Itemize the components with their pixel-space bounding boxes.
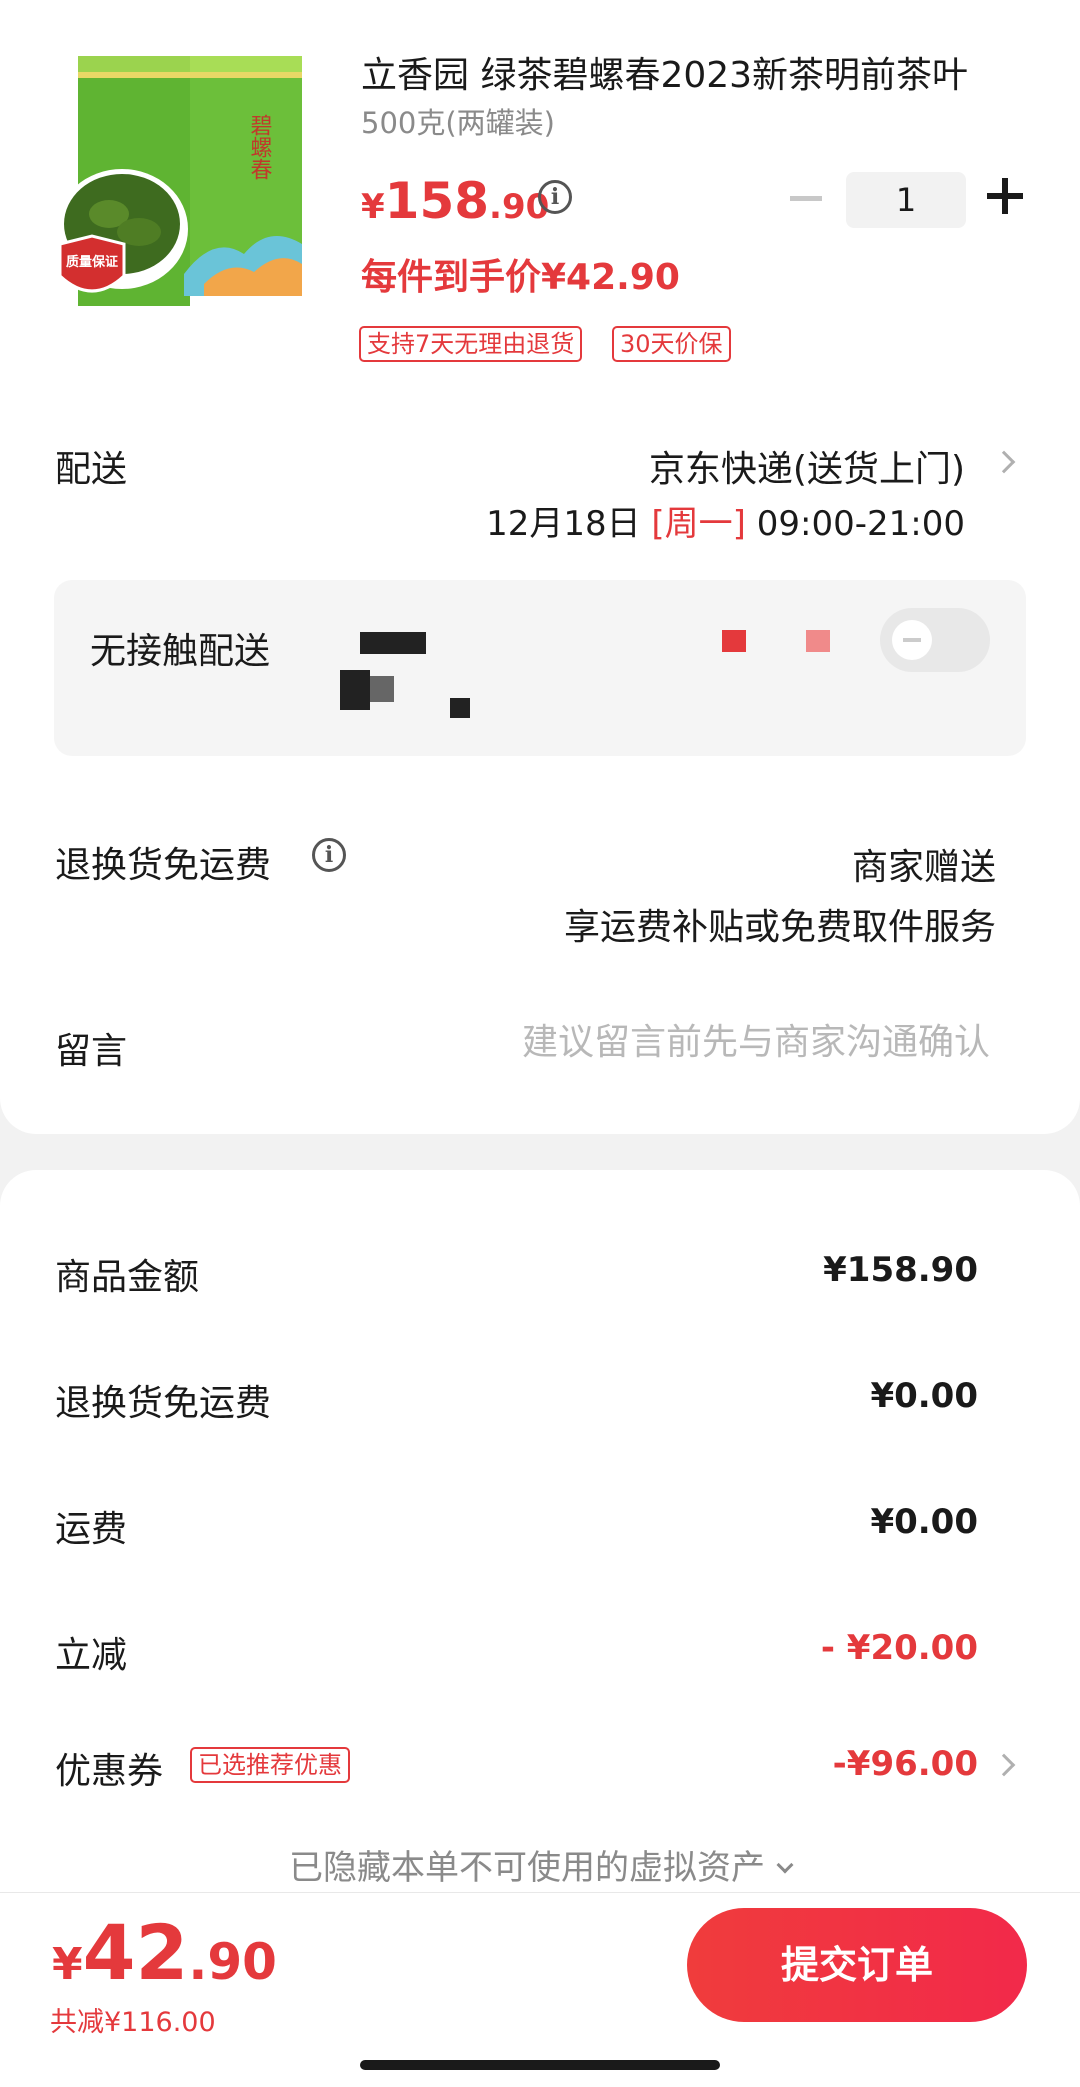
total-symbol: ¥ bbox=[52, 1939, 83, 1990]
toggle-knob bbox=[892, 620, 932, 660]
redacted-block bbox=[370, 676, 394, 702]
hidden-assets-toggle[interactable]: 已隐藏本单不可使用的虚拟资产 bbox=[0, 1840, 1080, 1889]
summary-value-return-shipping: ¥0.00 bbox=[870, 1376, 978, 1416]
total-price: ¥42.90 bbox=[52, 1908, 277, 1997]
delivery-hours: 09:00-21:00 bbox=[756, 504, 965, 544]
chevron-down-icon bbox=[776, 1856, 794, 1874]
quantity-decrease-button[interactable] bbox=[790, 196, 822, 201]
return-shipping-value: 商家赠送 bbox=[851, 847, 996, 888]
price-protection-tag: 30天价保 bbox=[612, 326, 731, 362]
summary-label-discount: 立减 bbox=[55, 1635, 128, 1676]
note-label: 留言 bbox=[55, 1031, 128, 1072]
summary-label-shipping: 运费 bbox=[55, 1509, 128, 1550]
quantity-input[interactable]: 1 bbox=[846, 172, 966, 228]
summary-value-discount: - ¥20.00 bbox=[820, 1628, 978, 1668]
return-shipping-description: 享运费补贴或免费取件服务 bbox=[563, 907, 996, 948]
product-spec: 500克(两罐装) bbox=[361, 106, 555, 140]
return-shipping-info-icon[interactable]: i bbox=[312, 838, 346, 872]
unit-price: 每件到手价¥42.90 bbox=[361, 257, 680, 298]
summary-value-shipping: ¥0.00 bbox=[870, 1502, 978, 1542]
quantity-increase-button[interactable] bbox=[987, 178, 1023, 214]
delivery-time[interactable]: 12月18日 [周一] 09:00-21:00 bbox=[486, 496, 965, 545]
quality-badge: 质量保证 bbox=[66, 254, 118, 270]
redacted-block bbox=[340, 670, 370, 710]
product-image[interactable]: 碧螺春 质量保证 bbox=[54, 44, 314, 314]
return-shipping-label: 退换货免运费 bbox=[55, 845, 272, 886]
note-input[interactable] bbox=[430, 1016, 990, 1068]
redacted-block bbox=[806, 630, 830, 652]
delivery-method[interactable]: 京东快递(送货上门) bbox=[649, 440, 965, 492]
contactless-delivery-label: 无接触配送 bbox=[90, 631, 271, 672]
total-decimal: .90 bbox=[188, 1933, 277, 1991]
coupon-recommended-tag: 已选推荐优惠 bbox=[190, 1747, 350, 1783]
return-policy-tag: 支持7天无理由退货 bbox=[359, 326, 583, 362]
delivery-weekday: [周一] bbox=[651, 504, 746, 544]
summary-label-return-shipping: 退换货免运费 bbox=[55, 1383, 272, 1424]
package-label: 碧螺春 bbox=[247, 114, 273, 180]
redacted-block bbox=[360, 632, 426, 654]
delivery-label: 配送 bbox=[55, 449, 128, 490]
contactless-delivery-box: 无接触配送 bbox=[54, 580, 1026, 756]
price-info-icon[interactable]: i bbox=[538, 180, 572, 214]
price-symbol: ¥ bbox=[361, 187, 385, 227]
contactless-delivery-toggle[interactable] bbox=[880, 608, 990, 672]
home-indicator[interactable] bbox=[360, 2060, 720, 2070]
redacted-block bbox=[722, 630, 746, 652]
summary-label-goods: 商品金额 bbox=[55, 1257, 200, 1298]
redacted-block bbox=[450, 698, 470, 718]
hidden-assets-text: 已隐藏本单不可使用的虚拟资产 bbox=[289, 1848, 765, 1888]
total-savings: 共减¥116.00 bbox=[50, 2007, 216, 2038]
product-title[interactable]: 立香园 绿茶碧螺春2023新茶明前茶叶 bbox=[361, 46, 1001, 98]
delivery-date: 12月18日 bbox=[486, 504, 641, 544]
price-integer: 158 bbox=[384, 172, 490, 230]
summary-value-goods: ¥158.90 bbox=[823, 1250, 978, 1290]
total-integer: 42 bbox=[82, 1908, 189, 1997]
summary-label-coupon[interactable]: 优惠券 bbox=[55, 1742, 163, 1794]
summary-value-coupon[interactable]: -¥96.00 bbox=[833, 1744, 978, 1784]
submit-order-button[interactable]: 提交订单 bbox=[687, 1908, 1027, 2022]
product-price: ¥158.90 bbox=[361, 172, 549, 230]
